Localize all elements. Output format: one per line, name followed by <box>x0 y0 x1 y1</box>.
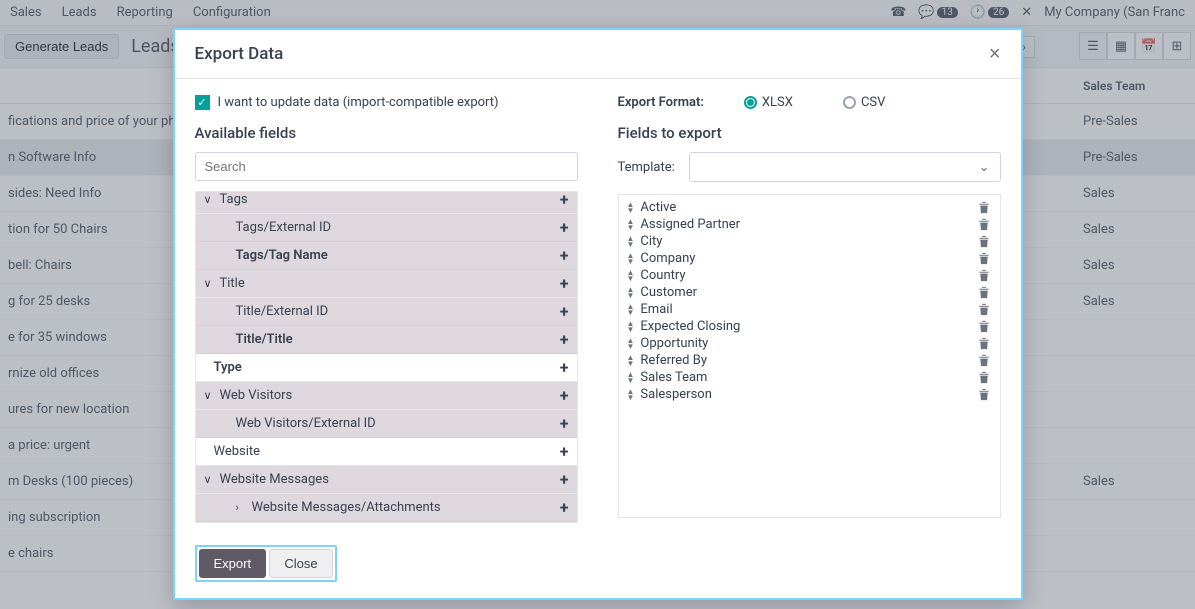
export-format-label: Export Format: <box>618 95 704 110</box>
drag-handle-icon[interactable] <box>627 201 635 215</box>
available-field-row[interactable]: ∨Web Visitors+ <box>196 382 577 410</box>
available-field-row[interactable]: ∨Tags+ <box>196 192 577 214</box>
search-input[interactable] <box>195 152 578 181</box>
export-field-row[interactable]: Email <box>619 301 1000 318</box>
export-field-row[interactable]: Sales Team <box>619 369 1000 386</box>
template-label: Template: <box>618 160 675 175</box>
drag-handle-icon[interactable] <box>627 337 635 351</box>
modal-title: Export Data <box>195 44 284 64</box>
add-field-icon[interactable]: + <box>560 442 569 461</box>
export-field-row[interactable]: Country <box>619 267 1000 284</box>
add-field-icon[interactable]: + <box>560 246 569 265</box>
trash-icon[interactable] <box>978 303 990 316</box>
chevron-icon: ∨ <box>204 193 216 206</box>
export-field-row[interactable]: Customer <box>619 284 1000 301</box>
drag-handle-icon[interactable] <box>627 388 635 402</box>
add-field-icon[interactable]: + <box>560 358 569 377</box>
checkbox-checked-icon: ✓ <box>195 95 210 110</box>
drag-handle-icon[interactable] <box>627 269 635 283</box>
drag-handle-icon[interactable] <box>627 303 635 317</box>
trash-icon[interactable] <box>978 354 990 367</box>
add-field-icon[interactable]: + <box>560 274 569 293</box>
trash-icon[interactable] <box>978 218 990 231</box>
drag-handle-icon[interactable] <box>627 235 635 249</box>
export-field-row[interactable]: Referred By <box>619 352 1000 369</box>
add-field-icon[interactable]: + <box>560 386 569 405</box>
chevron-icon: › <box>236 501 248 514</box>
close-icon[interactable]: × <box>989 44 1001 64</box>
available-field-row[interactable]: Web Visitors/External ID+ <box>196 410 577 438</box>
add-field-icon[interactable]: + <box>560 330 569 349</box>
available-field-row[interactable]: Tags/External ID+ <box>196 214 577 242</box>
export-field-row[interactable]: City <box>619 233 1000 250</box>
trash-icon[interactable] <box>978 320 990 333</box>
trash-icon[interactable] <box>978 371 990 384</box>
available-field-row[interactable]: ∨Website Messages+ <box>196 466 577 494</box>
close-button[interactable]: Close <box>269 549 332 578</box>
add-field-icon[interactable]: + <box>560 470 569 489</box>
available-field-row[interactable]: Title/Title+ <box>196 326 577 354</box>
available-fields-list[interactable]: State/External ID+State/State Name+Stree… <box>196 192 577 522</box>
available-field-row[interactable]: ∨Title+ <box>196 270 577 298</box>
fields-to-export-title: Fields to export <box>618 124 1001 142</box>
add-field-icon[interactable]: + <box>560 192 569 209</box>
format-xlsx-radio[interactable]: XLSX <box>744 95 793 110</box>
trash-icon[interactable] <box>978 235 990 248</box>
export-field-row[interactable]: Expected Closing <box>619 318 1000 335</box>
modal-overlay: Export Data × ✓ I want to update data (i… <box>0 0 1195 609</box>
export-field-row[interactable]: Active <box>619 199 1000 216</box>
trash-icon[interactable] <box>978 252 990 265</box>
add-field-icon[interactable]: + <box>560 218 569 237</box>
radio-on-icon <box>744 96 757 109</box>
export-field-row[interactable]: Company <box>619 250 1000 267</box>
available-field-row[interactable]: Website+ <box>196 438 577 466</box>
available-field-row[interactable]: Type+ <box>196 354 577 382</box>
trash-icon[interactable] <box>978 269 990 282</box>
export-button[interactable]: Export <box>199 549 267 578</box>
chevron-icon: ∨ <box>204 277 216 290</box>
available-field-row[interactable]: ›Website Messages/Attachments+ <box>196 494 577 522</box>
add-field-icon[interactable]: + <box>560 498 569 517</box>
drag-handle-icon[interactable] <box>627 286 635 300</box>
trash-icon[interactable] <box>978 201 990 214</box>
available-field-row[interactable]: Title/External ID+ <box>196 298 577 326</box>
drag-handle-icon[interactable] <box>627 371 635 385</box>
radio-off-icon <box>843 96 856 109</box>
format-csv-radio[interactable]: CSV <box>843 95 885 110</box>
fields-to-export-list[interactable]: ActiveAssigned PartnerCityCompanyCountry… <box>618 194 1001 518</box>
drag-handle-icon[interactable] <box>627 252 635 266</box>
export-data-modal: Export Data × ✓ I want to update data (i… <box>173 28 1023 600</box>
drag-handle-icon[interactable] <box>627 354 635 368</box>
chevron-icon: ∨ <box>204 473 216 486</box>
add-field-icon[interactable]: + <box>560 302 569 321</box>
drag-handle-icon[interactable] <box>627 218 635 232</box>
trash-icon[interactable] <box>978 388 990 401</box>
drag-handle-icon[interactable] <box>627 320 635 334</box>
update-data-label: I want to update data (import-compatible… <box>218 95 499 110</box>
available-field-row[interactable]: Tags/Tag Name+ <box>196 242 577 270</box>
trash-icon[interactable] <box>978 286 990 299</box>
add-field-icon[interactable]: + <box>560 414 569 433</box>
template-select[interactable]: ⌄ <box>689 152 1001 182</box>
update-data-checkbox[interactable]: ✓ I want to update data (import-compatib… <box>195 95 578 110</box>
chevron-down-icon: ⌄ <box>979 160 990 175</box>
trash-icon[interactable] <box>978 337 990 350</box>
export-field-row[interactable]: Salesperson <box>619 386 1000 403</box>
export-field-row[interactable]: Assigned Partner <box>619 216 1000 233</box>
available-fields-title: Available fields <box>195 124 578 142</box>
chevron-icon: ∨ <box>204 389 216 402</box>
export-field-row[interactable]: Opportunity <box>619 335 1000 352</box>
